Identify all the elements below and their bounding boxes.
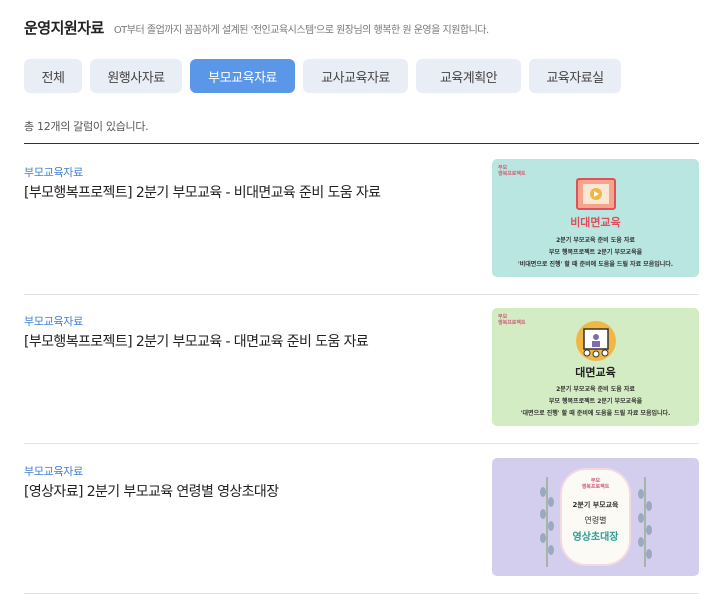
thumbnail-heading: 대면교육 [575, 366, 616, 379]
page-header: 운영지원자료 OT부터 졸업까지 꼼꼼하게 설계된 '전인교육시스템'으로 원장… [24, 17, 489, 38]
page: 운영지원자료 OT부터 졸업까지 꼼꼼하게 설계된 '전인교육시스템'으로 원장… [0, 0, 721, 601]
tab-teacher-education[interactable]: 교사교육자료 [303, 59, 408, 93]
thumbnail-logo: 부모 행복프로젝트 [498, 165, 526, 177]
thumbnail-line: 부모 행복프로젝트 2분기 부모교육을 [548, 249, 643, 256]
thumbnail-heading: 비대면교육 [570, 216, 621, 229]
thumbnail-line: '대면으로 진행' 할 때 준비에 도움을 드릴 자료 모음입니다. [520, 410, 671, 417]
invitation-card: 부모 행복프로젝트 2분기 부모교육 연령별 영상초대장 [562, 470, 629, 564]
item-category: 부모교육자료 [24, 166, 83, 179]
page-title: 운영지원자료 [24, 19, 104, 37]
item-thumbnail[interactable]: 부모 행복프로젝트 대면교육 2분기 부모교육 준비 도움 자료 부모 행복프로… [492, 308, 699, 426]
list-item[interactable]: 부모교육자료 [부모행복프로젝트] 2분기 부모교육 - 비대면교육 준비 도움… [24, 144, 699, 295]
list-item[interactable]: 부모교육자료 [영상자료] 2분기 부모교육 연령별 영상초대장 부모 행복프로… [24, 443, 699, 594]
post-count: 총 12개의 갈럼이 있습니다. [24, 120, 149, 133]
item-category: 부모교육자료 [24, 465, 83, 478]
thumbnail-line: 2분기 부모교육 준비 도움 자료 [556, 386, 635, 393]
item-title[interactable]: [부모행복프로젝트] 2분기 부모교육 - 대면교육 준비 도움 자료 [24, 331, 369, 351]
lavender-sprig-icon [638, 477, 652, 567]
list-item[interactable]: 부모교육자료 [부모행복프로젝트] 2분기 부모교육 - 대면교육 준비 도움 … [24, 293, 699, 444]
item-category: 부모교육자료 [24, 315, 83, 328]
presentation-icon [576, 321, 616, 361]
thumbnail-heading: 영상초대장 [572, 532, 619, 543]
thumbnail-line: 2분기 부모교육 준비 도움 자료 [556, 237, 635, 244]
lavender-sprig-icon [540, 477, 554, 567]
thumbnail-logo: 부모 행복프로젝트 [581, 478, 610, 490]
thumbnail-logo: 부모 행복프로젝트 [498, 314, 526, 326]
tab-all[interactable]: 전체 [24, 59, 82, 93]
category-tabs: 전체 원행사자료 부모교육자료 교사교육자료 교육계획안 교육자료실 [24, 59, 621, 93]
item-title[interactable]: [부모행복프로젝트] 2분기 부모교육 - 비대면교육 준비 도움 자료 [24, 182, 381, 202]
page-subtitle: OT부터 졸업까지 꼼꼼하게 설계된 '전인교육시스템'으로 원장님의 행복한 … [113, 25, 489, 36]
thumbnail-line: 부모 행복프로젝트 2분기 부모교육을 [548, 398, 643, 405]
thumbnail-line: 연령별 [584, 516, 607, 525]
item-thumbnail[interactable]: 부모 행복프로젝트 2분기 부모교육 연령별 영상초대장 [492, 458, 699, 576]
tab-parent-education[interactable]: 부모교육자료 [190, 59, 295, 93]
tab-events[interactable]: 원행사자료 [90, 59, 182, 93]
video-play-icon [576, 178, 616, 210]
thumbnail-line: 2분기 부모교육 [572, 501, 619, 509]
tab-education-resources[interactable]: 교육자료실 [529, 59, 621, 93]
item-title[interactable]: [영상자료] 2분기 부모교육 연령별 영상초대장 [24, 481, 279, 501]
tab-education-plan[interactable]: 교육계획안 [416, 59, 521, 93]
item-thumbnail[interactable]: 부모 행복프로젝트 비대면교육 2분기 부모교육 준비 도움 자료 부모 행복프… [492, 159, 699, 277]
thumbnail-line: '비대면으로 진행' 할 때 준비에 도움을 드릴 자료 모음입니다. [517, 261, 674, 268]
